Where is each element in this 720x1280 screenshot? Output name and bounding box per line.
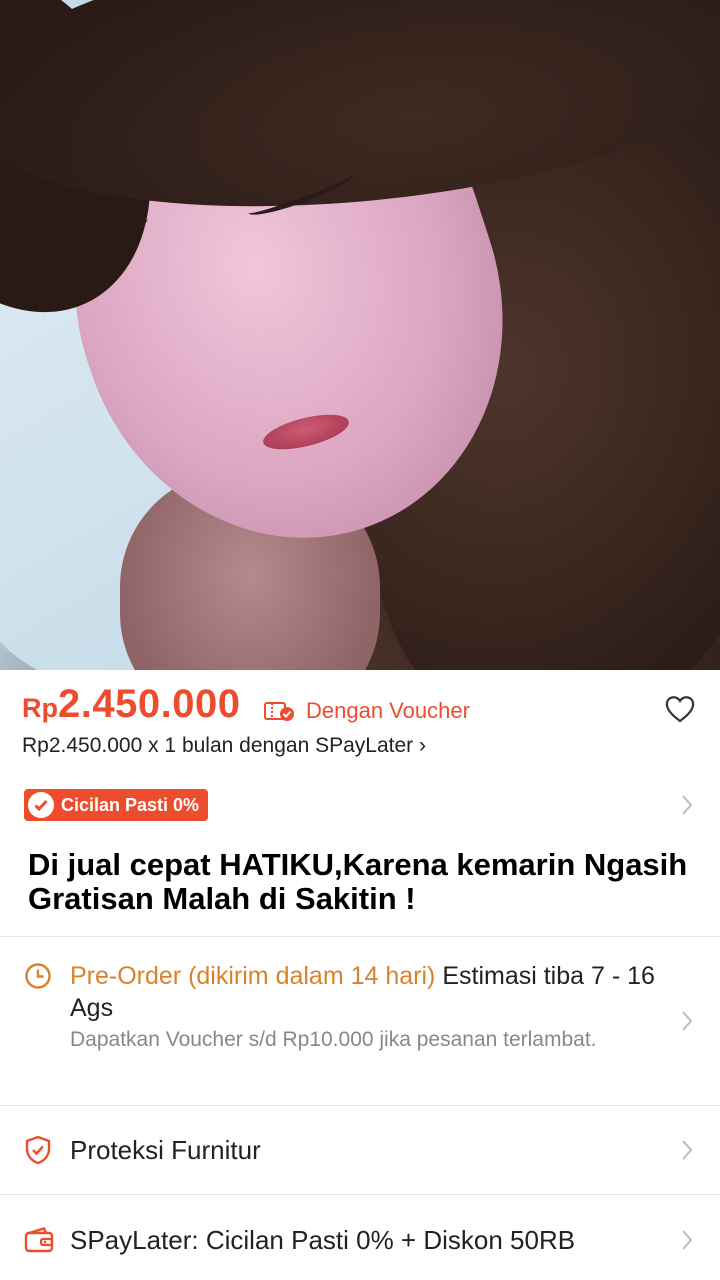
badge-label: Cicilan Pasti 0% bbox=[61, 794, 200, 815]
wallet-icon bbox=[24, 1227, 54, 1253]
divider bbox=[0, 1105, 720, 1106]
divider bbox=[0, 1194, 720, 1195]
check-circle-icon bbox=[28, 792, 54, 818]
chevron-right-icon[interactable] bbox=[680, 794, 694, 816]
voucher-check-icon bbox=[264, 702, 294, 721]
installment-badge: Cicilan Pasti 0% bbox=[24, 789, 209, 821]
chevron-right-icon: › bbox=[418, 734, 426, 757]
chevron-right-icon bbox=[682, 1140, 693, 1160]
chevron-right-icon bbox=[682, 1011, 693, 1031]
divider bbox=[0, 936, 720, 937]
late-voucher-note: Dapatkan Voucher s/d Rp10.000 jika pesan… bbox=[70, 1028, 597, 1051]
preorder-label: Pre-Order (dikirim dalam 14 hari) bbox=[70, 962, 436, 990]
protection-label: Proteksi Furnitur bbox=[70, 1135, 261, 1165]
shield-check-icon bbox=[25, 1135, 51, 1165]
price-value: 2.450.000 bbox=[58, 682, 241, 726]
spaylater-installment-text: Rp2.450.000 x 1 bulan dengan SPayLater bbox=[22, 734, 414, 757]
product-image[interactable] bbox=[0, 0, 720, 670]
preorder-text: Pre-Order (dikirim dalam 14 hari) Estima… bbox=[70, 960, 680, 1024]
price-currency: Rp bbox=[22, 693, 58, 723]
product-title: Di jual cepat HATIKU,Karena kemarin Ngas… bbox=[28, 847, 688, 916]
spaylater-label: SPayLater: Cicilan Pasti 0% + Diskon 50R… bbox=[70, 1225, 576, 1255]
chevron-right-icon bbox=[682, 1230, 693, 1250]
heart-icon[interactable] bbox=[664, 694, 696, 724]
voucher-label: Dengan Voucher bbox=[306, 698, 470, 723]
clock-icon bbox=[25, 963, 51, 989]
spaylater-installment-link[interactable]: Rp2.450.000 x 1 bulan dengan SPayLater › bbox=[22, 734, 426, 758]
price: Rp 2.450.000 bbox=[22, 682, 240, 727]
